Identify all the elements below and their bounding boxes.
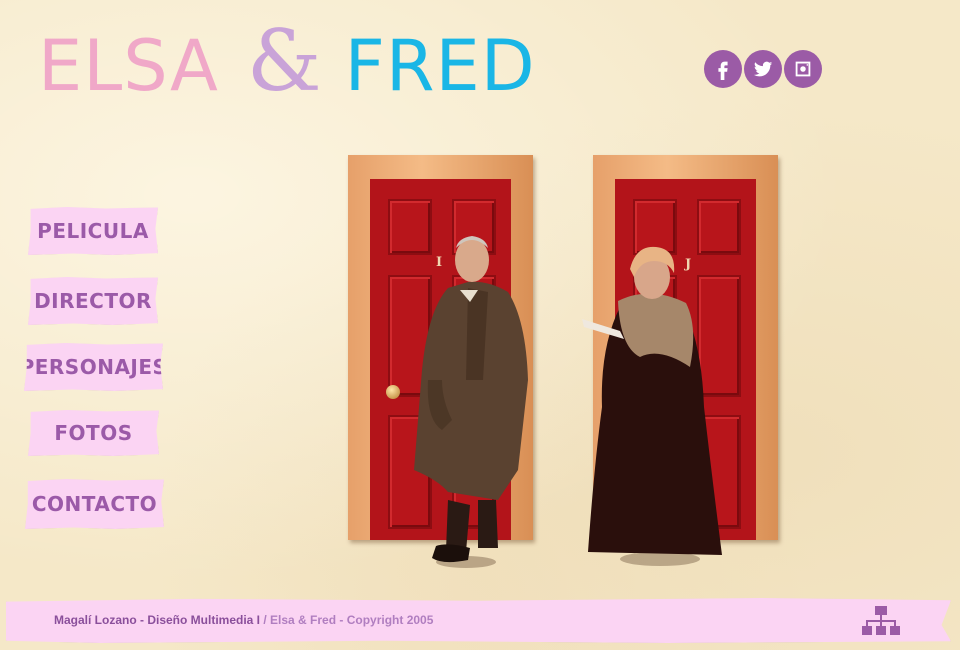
door-knob bbox=[386, 385, 400, 399]
instagram-icon bbox=[795, 61, 811, 77]
nav-item-personajes[interactable]: PERSONAJES bbox=[24, 343, 163, 391]
hero-image: I J bbox=[348, 155, 780, 568]
logo-ampersand: & bbox=[246, 12, 323, 110]
site-logo[interactable]: ELSA & FRED bbox=[38, 12, 536, 112]
footer-author: Magalí Lozano - Diseño Multimedia I bbox=[54, 613, 261, 627]
nav-item-pelicula[interactable]: PELICULA bbox=[28, 207, 158, 255]
man-figure bbox=[414, 236, 528, 568]
nav-item-director[interactable]: DIRECTOR bbox=[28, 277, 158, 325]
twitter-icon bbox=[753, 61, 773, 77]
logo-elsa: ELSA bbox=[38, 25, 219, 107]
instagram-button[interactable] bbox=[784, 50, 822, 88]
footer-copyright: Elsa & Fred - Copyright 2005 bbox=[270, 613, 434, 627]
footer: Magalí Lozano - Diseño Multimedia I / El… bbox=[6, 598, 951, 643]
sitemap-icon[interactable] bbox=[862, 606, 900, 636]
nav-item-contacto[interactable]: CONTACTO bbox=[25, 479, 164, 529]
twitter-button[interactable] bbox=[744, 50, 782, 88]
footer-separator: / bbox=[260, 613, 271, 627]
logo-fred: FRED bbox=[344, 25, 536, 107]
facebook-icon bbox=[718, 61, 728, 80]
social-links bbox=[704, 50, 822, 88]
facebook-button[interactable] bbox=[704, 50, 742, 88]
nav-item-fotos[interactable]: FOTOS bbox=[28, 410, 159, 456]
woman-figure bbox=[582, 246, 722, 566]
footer-credits: Magalí Lozano - Diseño Multimedia I / El… bbox=[54, 613, 433, 627]
